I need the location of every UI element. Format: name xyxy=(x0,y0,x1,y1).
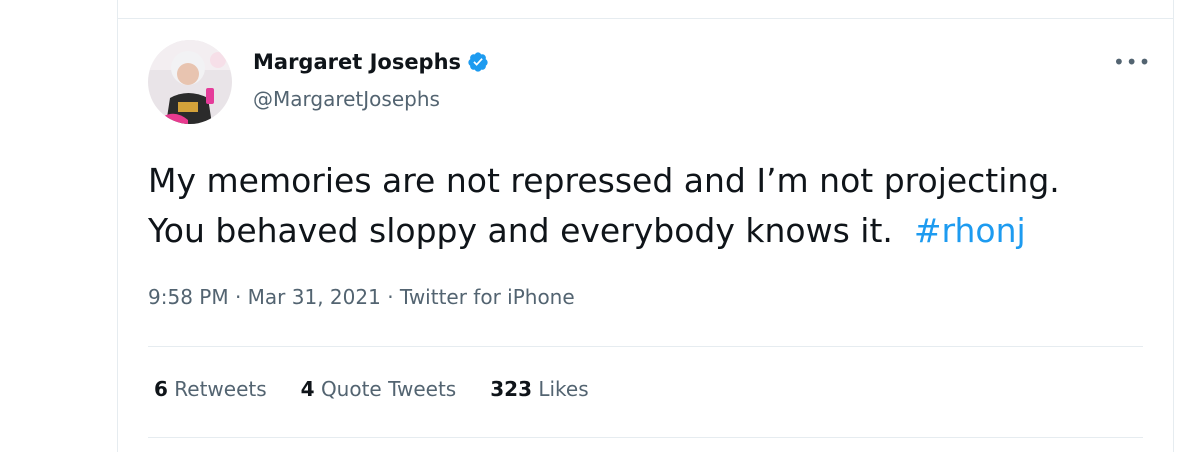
avatar-photo-icon xyxy=(148,40,232,124)
retweets-count: 6 xyxy=(154,377,168,401)
quote-tweets-count: 4 xyxy=(300,377,315,401)
tweet-stats: 6 Retweets 4 Quote Tweets 323 Likes xyxy=(154,377,589,401)
quote-tweets-label: Quote Tweets xyxy=(320,377,457,401)
retweets-stat[interactable]: 6 Retweets xyxy=(154,377,267,401)
meta-separator: · xyxy=(234,285,242,309)
hashtag-link[interactable]: #rhonj xyxy=(914,211,1026,250)
tweet-source[interactable]: Twitter for iPhone xyxy=(400,285,575,309)
tweet-text-line-2: You behaved sloppy and everybody knows i… xyxy=(148,206,1158,256)
tweet-text-line-2-body: You behaved sloppy and everybody knows i… xyxy=(148,211,893,250)
top-divider xyxy=(118,18,1173,19)
tweet-text-line-1: My memories are not repressed and I’m no… xyxy=(148,161,1060,200)
tweet-time[interactable]: 9:58 PM xyxy=(148,285,229,309)
likes-count: 323 xyxy=(490,377,532,401)
retweets-label: Retweets xyxy=(174,377,267,401)
name-row: Margaret Josephs xyxy=(253,50,489,74)
stats-top-divider xyxy=(148,346,1143,347)
quote-tweets-stat[interactable]: 4 Quote Tweets xyxy=(301,377,457,401)
handle[interactable]: @MargaretJosephs xyxy=(253,87,440,111)
meta-separator: · xyxy=(387,285,394,309)
likes-label: Likes xyxy=(538,377,589,401)
more-options-icon[interactable]: ••• xyxy=(1113,50,1151,74)
likes-stat[interactable]: 323 Likes xyxy=(490,377,588,401)
avatar[interactable] xyxy=(148,40,232,124)
display-name[interactable]: Margaret Josephs xyxy=(253,50,461,74)
tweet-date[interactable]: Mar 31, 2021 xyxy=(248,285,381,309)
tweet-card: Margaret Josephs @MargaretJosephs ••• My… xyxy=(117,0,1174,452)
stats-bottom-divider xyxy=(148,437,1143,438)
tweet-meta: 9:58 PM · Mar 31, 2021 · Twitter for iPh… xyxy=(148,285,575,309)
verified-badge-icon xyxy=(468,52,488,72)
tweet-text: My memories are not repressed and I’m no… xyxy=(148,156,1158,256)
